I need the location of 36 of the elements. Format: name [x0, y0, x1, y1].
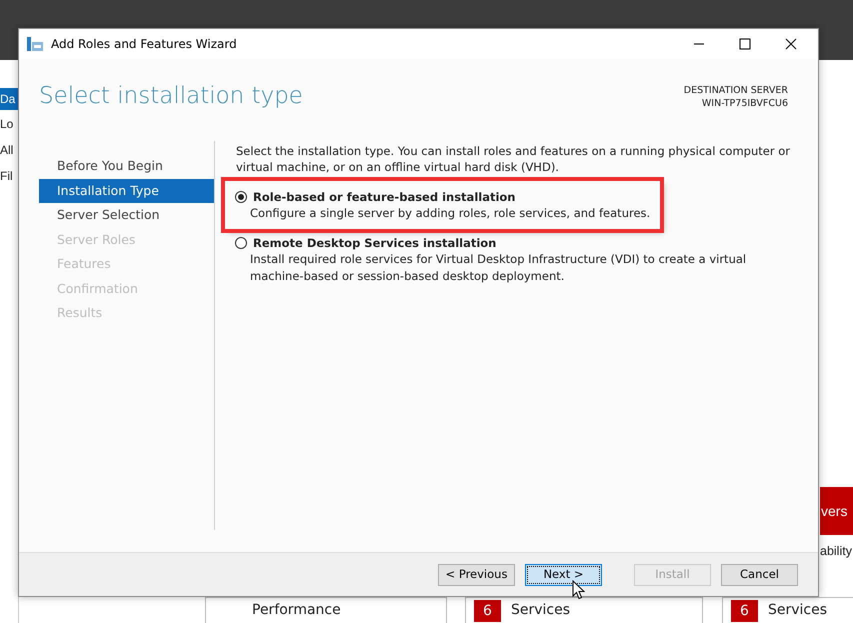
step-item: Server Roles — [56, 230, 136, 248]
window-title: Add Roles and Features Wizard — [51, 36, 238, 53]
step-item: Features — [56, 255, 112, 273]
wizard-button[interactable]: Cancel — [721, 564, 798, 586]
step-item[interactable]: Server Selection — [39, 203, 214, 228]
step-item: Confirmation — [56, 280, 139, 298]
wizard-button: Install — [634, 564, 711, 586]
wizard-icon — [27, 37, 43, 51]
close-icon — [784, 38, 798, 50]
wizard-button[interactable]: < Previous — [438, 564, 515, 586]
intro-text: Select the installation type. You can install roles and features on a running physical computer or virtual machine, or on an offline virtual hard disk (VHD). — [236, 143, 791, 176]
tile-label: Services — [511, 601, 570, 620]
step-item[interactable]: Installation Type — [39, 178, 214, 203]
option-label: Role-based or feature-based installation — [253, 189, 516, 206]
wizard-button[interactable]: Next > — [525, 564, 602, 586]
count-badge: 6 — [731, 600, 758, 622]
tile-label: Performance — [252, 601, 341, 620]
sidebar-item[interactable]: All — [0, 139, 18, 161]
sidebar-item[interactable]: Da — [0, 88, 18, 110]
tile-text: ability — [820, 543, 852, 560]
option-description: Install required role services for Virtual Desktop Infrastructure (VDI) to create a virtual machine-based or session-based desktop deployment. — [249, 251, 748, 284]
radio-button[interactable] — [235, 191, 247, 204]
option-label: Remote Desktop Services installation — [253, 235, 496, 252]
destination-server: WIN-TP75IBVFCU6 — [700, 98, 788, 111]
destination-label: DESTINATION SERVER — [684, 85, 788, 98]
option-description: Configure a single server by adding roles, role services, and features. — [249, 205, 650, 222]
maximize-icon — [738, 38, 752, 50]
tile[interactable]: vers — [820, 487, 853, 535]
sidebar-item[interactable]: Lo — [0, 113, 18, 135]
step-item[interactable]: Before You Begin — [39, 154, 214, 178]
step-item: Results — [56, 304, 104, 322]
count-badge: 6 — [474, 600, 501, 622]
radio-button[interactable] — [235, 237, 247, 250]
page-title: Select installation type — [39, 83, 303, 111]
sidebar-item[interactable]: Fil — [0, 165, 18, 187]
tile-label: Services — [768, 601, 828, 620]
